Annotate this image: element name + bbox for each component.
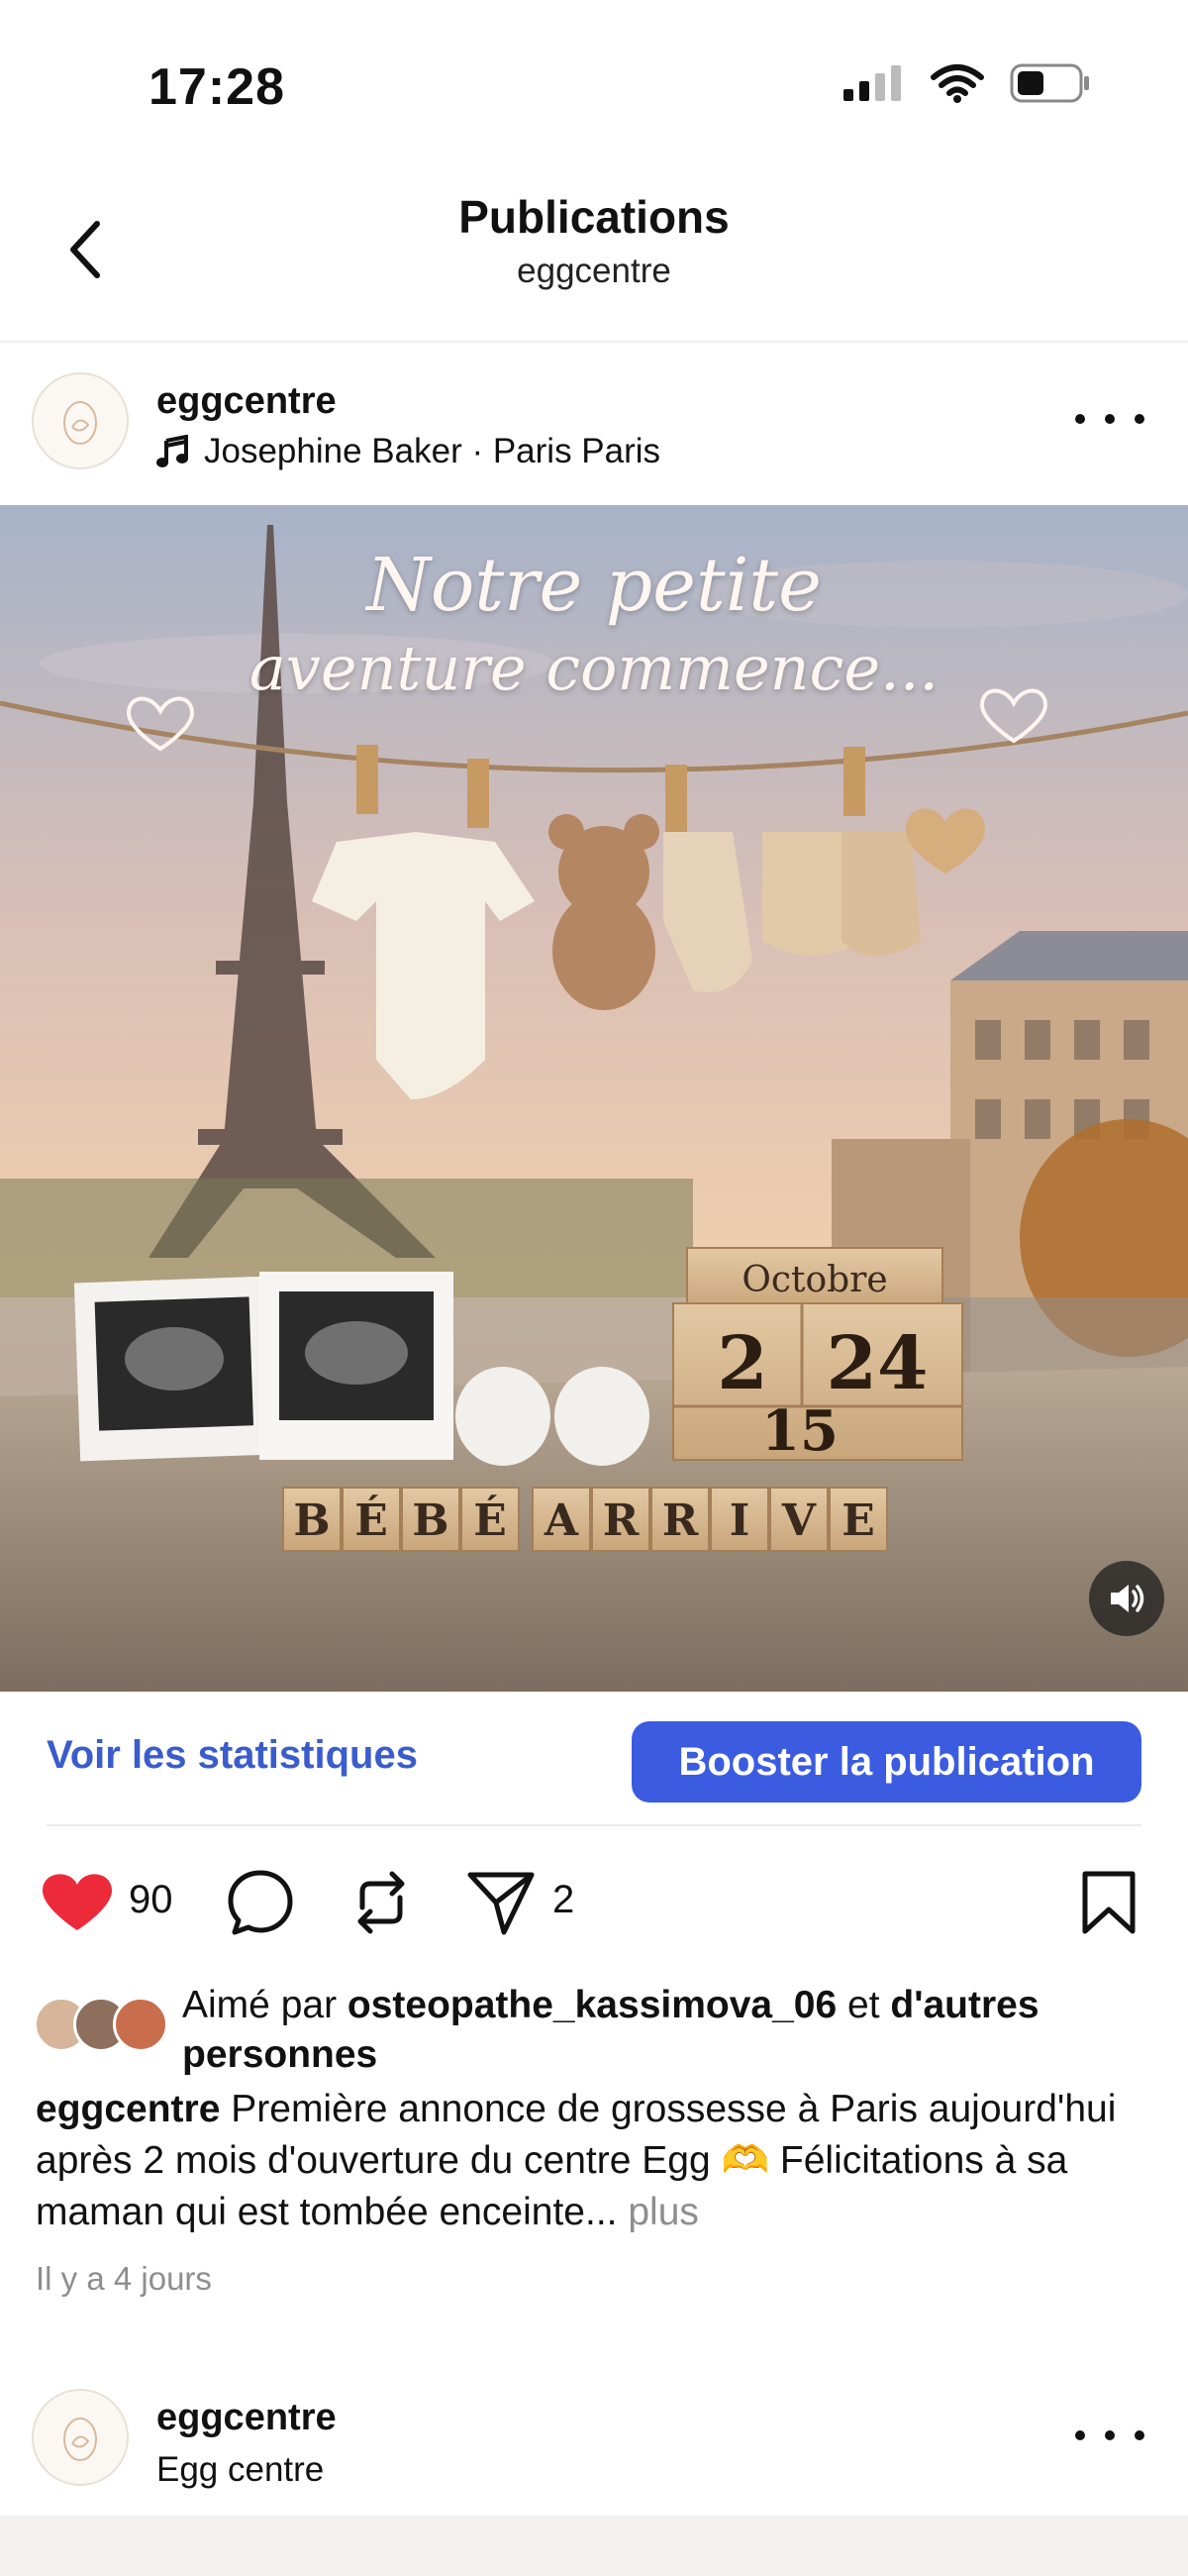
liked-by[interactable]: Aimé par osteopathe_kassimova_06 et d'au…	[34, 1981, 1162, 2080]
battery-icon	[1010, 63, 1089, 103]
dot-icon	[1135, 414, 1144, 424]
post-actions: 90 2	[0, 1858, 1188, 1943]
next-post-header: eggcentre Egg centre	[0, 2369, 1188, 2518]
page-subtitle: eggcentre	[517, 252, 671, 290]
dot-icon	[1075, 414, 1085, 424]
caption-more-link[interactable]: plus	[628, 2191, 699, 2233]
overlay-title-line1: Notre petite	[366, 543, 822, 628]
more-options-button[interactable]	[1075, 394, 1144, 444]
letter-block: É	[354, 1494, 388, 1546]
music-label: Josephine Baker · Paris Paris	[204, 432, 661, 470]
liked-by-user-link[interactable]: osteopathe_kassimova_06	[347, 1984, 837, 2026]
view-statistics-link[interactable]: Voir les statistiques	[47, 1733, 418, 1778]
letter-block: R	[603, 1495, 640, 1546]
repost-icon	[357, 1871, 405, 1934]
liked-by-and: et	[847, 1984, 880, 2026]
avatar[interactable]	[32, 2389, 129, 2486]
post-username[interactable]: eggcentre	[156, 380, 337, 423]
repost-button[interactable]	[348, 1868, 414, 1937]
more-options-button[interactable]	[1075, 2411, 1144, 2460]
next-post-image-preview[interactable]	[0, 2516, 1188, 2576]
status-icons	[843, 63, 1091, 103]
letter-block: A	[544, 1495, 579, 1546]
dot-icon	[1105, 2430, 1115, 2440]
caption-username[interactable]: eggcentre	[36, 2088, 220, 2130]
letter-block: B	[293, 1495, 330, 1546]
block-day-1: 2	[717, 1321, 768, 1406]
post-header: eggcentre Josephine Baker · Paris Paris	[0, 343, 1188, 505]
block-month: Octobre	[742, 1260, 887, 1300]
post-image[interactable]: Octobre 2 24 15 B É B É A R R I V E Notr…	[0, 505, 1188, 1692]
divider	[47, 1824, 1141, 1826]
comment-icon	[228, 1870, 293, 1935]
letter-block: E	[842, 1495, 875, 1546]
dot-icon	[1135, 2430, 1144, 2440]
letter-block: R	[662, 1495, 699, 1546]
liked-by-prefix: Aimé par	[182, 1984, 338, 2026]
send-icon	[467, 1872, 535, 1935]
dot-icon	[1105, 414, 1115, 424]
page-title: Publications	[458, 191, 730, 243]
letter-block: É	[473, 1494, 507, 1546]
liked-by-text: Aimé par osteopathe_kassimova_06 et d'au…	[182, 1981, 1172, 2080]
letter-block: V	[781, 1495, 817, 1546]
letter-block: I	[730, 1495, 750, 1546]
status-time: 17:28	[148, 58, 285, 116]
heart-filled-icon	[43, 1874, 112, 1930]
teddy-bear	[548, 814, 659, 1010]
letter-block: B	[412, 1495, 448, 1546]
post-location[interactable]: Egg centre	[156, 2450, 324, 2490]
egg-logo-icon	[63, 401, 97, 445]
comment-button[interactable]	[226, 1868, 295, 1937]
post-music[interactable]: Josephine Baker · Paris Paris	[156, 432, 660, 471]
avatar[interactable]	[32, 372, 129, 469]
save-button[interactable]	[1079, 1868, 1138, 1937]
egg-logo-icon	[63, 2418, 97, 2461]
post-caption: eggcentre Première annonce de grossesse …	[36, 2084, 1164, 2238]
share-button[interactable]	[465, 1868, 537, 1937]
nav-header: Publications eggcentre	[0, 168, 1188, 343]
block-day-2: 24	[827, 1321, 929, 1406]
like-count[interactable]: 90	[129, 1878, 173, 1922]
liker-avatars	[34, 1997, 172, 2056]
signal-icon	[843, 65, 901, 101]
ultrasound-photos	[73, 1272, 453, 1462]
wifi-icon	[931, 64, 984, 103]
sound-toggle-button[interactable]	[1089, 1561, 1164, 1636]
speaker-icon	[1111, 1585, 1144, 1612]
bookmark-icon	[1082, 1871, 1136, 1934]
overlay-title-line2: aventure commence...	[248, 632, 940, 704]
post-timestamp: Il y a 4 jours	[36, 2260, 212, 2297]
music-note-icon	[156, 435, 188, 467]
share-count[interactable]: 2	[552, 1878, 574, 1922]
like-button[interactable]	[40, 1868, 115, 1933]
boost-post-button[interactable]: Booster la publication	[632, 1721, 1141, 1803]
status-bar: 17:28	[0, 0, 1188, 168]
dot-icon	[1075, 2430, 1085, 2440]
liker-avatar	[113, 1997, 168, 2052]
post-username[interactable]: eggcentre	[156, 2397, 337, 2439]
block-year: 15	[761, 1398, 839, 1464]
